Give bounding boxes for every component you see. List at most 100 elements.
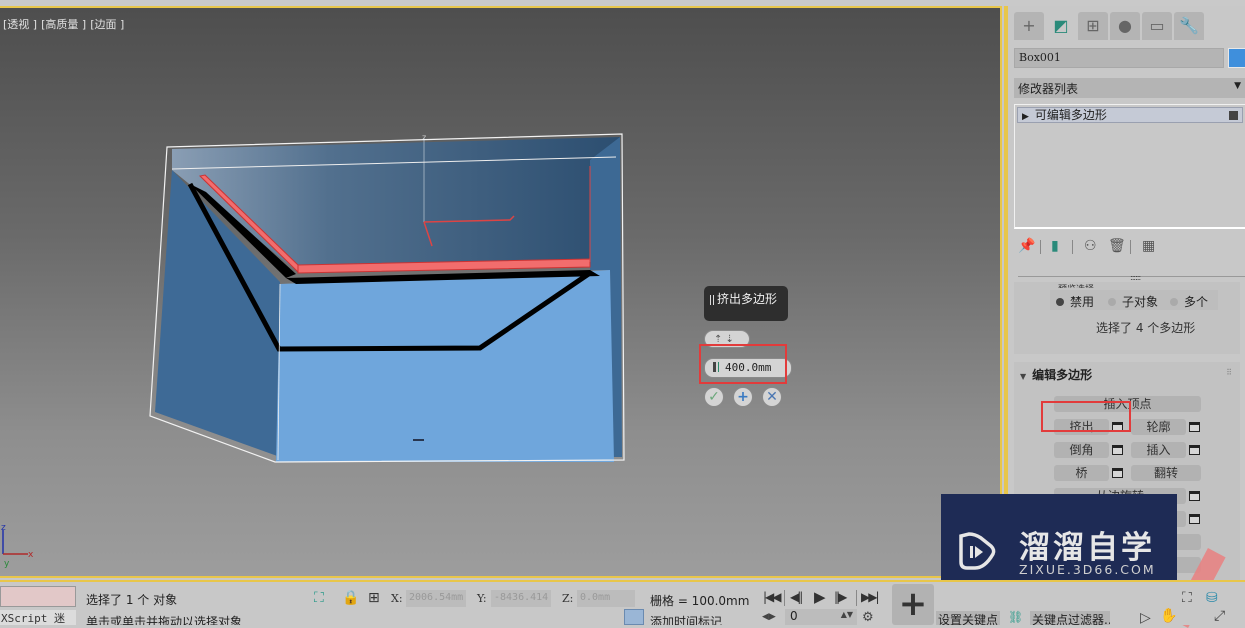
rollout-grip-icon[interactable]: ⠿ [1226, 368, 1232, 377]
maxscript-listener-field[interactable] [0, 586, 76, 607]
bevel-button[interactable]: 倒角 [1054, 442, 1109, 458]
zoom-extents-all-icon[interactable]: ⛁ [1206, 590, 1218, 606]
time-tag-icon[interactable] [624, 609, 644, 625]
watermark-title: 溜溜自学 [1019, 530, 1155, 566]
inset-settings-icon[interactable] [1189, 445, 1200, 455]
display-icon: ▭ [1149, 16, 1165, 35]
extrude-caddy-title[interactable]: 挤出多边形 [704, 286, 788, 321]
check-icon: ✓ [708, 389, 720, 405]
tab-motion[interactable]: ● [1110, 12, 1140, 40]
stack-item-toggle-icon[interactable] [1229, 111, 1238, 120]
hinge-settings-icon[interactable] [1189, 491, 1200, 501]
radio-subobject[interactable]: 子对象 [1108, 293, 1158, 310]
make-unique-icon[interactable]: ⚇ [1084, 238, 1097, 254]
rollout-divider: :::::: [1018, 273, 1245, 282]
caddy-ok-button[interactable]: ✓ [704, 387, 724, 407]
pin-stack-icon[interactable]: 📌 [1018, 238, 1035, 254]
go-to-end-button[interactable]: ▶▶| [861, 590, 879, 604]
radio-label: 禁用 [1070, 295, 1095, 309]
remove-modifier-icon[interactable]: 🗑 [1108, 238, 1126, 254]
z-coord-field[interactable]: 0.0mm [577, 590, 635, 607]
current-frame-field[interactable]: 0 ▲▼ [785, 609, 857, 625]
divider [856, 590, 857, 606]
highlight-box-extrude [1041, 401, 1131, 432]
play-logo-icon [959, 532, 996, 570]
command-panel: + ◩ ⊞ ● ▭ 🔧 Box001 修改器列表 ▼ ▶ 可编辑多边形 📌 ▮ ⚇… [1004, 6, 1245, 582]
z-coord-label: Z: [562, 592, 574, 605]
preview-selection-radios: 禁用 子对象 多个 [1050, 290, 1218, 310]
tab-create[interactable]: + [1014, 12, 1044, 40]
frame-spinner-arrows-icon[interactable]: ◀▶ [762, 612, 776, 622]
tab-modify[interactable]: ◩ [1046, 12, 1076, 40]
inset-button[interactable]: 插入 [1131, 442, 1186, 458]
wrench-icon: 🔧 [1179, 16, 1199, 35]
radio-dot-icon [1170, 298, 1178, 306]
play-button[interactable]: ▶ [814, 588, 825, 606]
modifier-list-label: 修改器列表 [1018, 82, 1079, 96]
zoom-extents-icon[interactable]: ⛶ [1182, 590, 1192, 606]
extrude-along-spline-settings-icon[interactable] [1189, 514, 1200, 524]
next-frame-button[interactable]: ||▶ [834, 590, 847, 604]
gizmo-z-label: z [422, 133, 426, 142]
time-configuration-icon[interactable]: ⚙ [862, 610, 874, 625]
y-coord-field[interactable]: -8436.414 [491, 590, 551, 607]
tab-display[interactable]: ▭ [1142, 12, 1172, 40]
maximize-viewport-icon[interactable]: ⤢ [1214, 608, 1225, 624]
caddy-title-text: 挤出多边形 [717, 292, 778, 306]
pan-hand-icon[interactable]: ✋ [1160, 608, 1177, 624]
spinner-icon[interactable]: ▲▼ [841, 610, 853, 619]
outline-settings-icon[interactable] [1189, 422, 1200, 432]
divider [1072, 240, 1073, 254]
go-to-start-button[interactable]: |◀◀ [763, 590, 781, 604]
configure-sets-icon[interactable]: ▦ [1142, 238, 1155, 254]
chevron-down-icon: ▼ [1234, 81, 1241, 91]
selection-lock-icon[interactable]: 🔒 [342, 590, 359, 606]
previous-frame-button[interactable]: ◀|| [790, 590, 803, 604]
modifier-list-dropdown[interactable]: 修改器列表 ▼ [1014, 78, 1245, 98]
key-filter-icon[interactable]: ⛓ [1008, 610, 1023, 624]
flip-button[interactable]: 翻转 [1131, 465, 1201, 481]
edit-polygons-title[interactable]: ▼ 编辑多边形 [1020, 366, 1092, 383]
highlight-box-caddy [699, 344, 787, 384]
caddy-cancel-button[interactable]: ✕ [762, 387, 782, 407]
maxscript-mini-listener[interactable]: XScript 迷 [0, 610, 76, 625]
stack-item-editable-poly[interactable]: ▶ 可编辑多边形 [1017, 107, 1243, 123]
bridge-button[interactable]: 桥 [1054, 465, 1109, 481]
bevel-settings-icon[interactable] [1112, 445, 1123, 455]
perspective-viewport[interactable]: [透视 ] [高质量 ] [边面 ] z z x y [0, 6, 1002, 578]
radio-disabled[interactable]: 禁用 [1056, 293, 1094, 310]
x-coord-field[interactable]: 2006.54mm [406, 590, 466, 607]
radio-label: 子对象 [1122, 295, 1159, 309]
set-key-mode-button[interactable]: 设置关键点 [936, 611, 1000, 625]
add-time-tag-button[interactable]: 添加时间标记 [650, 613, 722, 625]
show-end-result-icon[interactable]: ▮ [1051, 238, 1059, 254]
outline-button[interactable]: 轮廓 [1131, 419, 1186, 435]
3d-scene[interactable]: z z x y [0, 8, 1002, 578]
plus-icon: + [737, 389, 749, 405]
tab-utilities[interactable]: 🔧 [1174, 12, 1204, 40]
box-front-face [276, 270, 614, 462]
grid-size-label: 栅格 = 100.0mm [650, 594, 750, 608]
isolate-selection-icon[interactable]: ⛶ [314, 590, 324, 606]
watermark-url: ZIXUE.3D66.COM [1019, 562, 1156, 577]
hierarchy-icon: ⊞ [1086, 16, 1100, 35]
set-key-button[interactable]: + [892, 584, 934, 625]
divider [1040, 240, 1041, 254]
modifier-stack[interactable]: ▶ 可编辑多边形 [1014, 104, 1245, 229]
caddy-apply-button[interactable]: + [733, 387, 753, 407]
expand-arrow-icon[interactable]: ▶ [1022, 112, 1029, 122]
object-name-field[interactable]: Box001 [1014, 48, 1224, 68]
tab-hierarchy[interactable]: ⊞ [1078, 12, 1108, 40]
radio-dot-icon [1108, 298, 1116, 306]
object-color-swatch[interactable] [1228, 48, 1245, 68]
collapse-arrow-icon[interactable]: ▼ [1020, 372, 1026, 381]
radio-multi[interactable]: 多个 [1170, 293, 1208, 310]
absolute-mode-transform-icon[interactable]: ⊞ [368, 590, 380, 606]
key-filters-button[interactable]: 关键点过滤器... [1030, 611, 1110, 625]
bridge-settings-icon[interactable] [1112, 468, 1123, 478]
caddy-grip-icon[interactable] [710, 295, 714, 305]
motion-icon: ● [1118, 16, 1132, 35]
orbit-icon[interactable]: ▷ [1140, 610, 1151, 626]
current-frame-value: 0 [790, 609, 798, 623]
axis-y-label: y [4, 559, 10, 569]
